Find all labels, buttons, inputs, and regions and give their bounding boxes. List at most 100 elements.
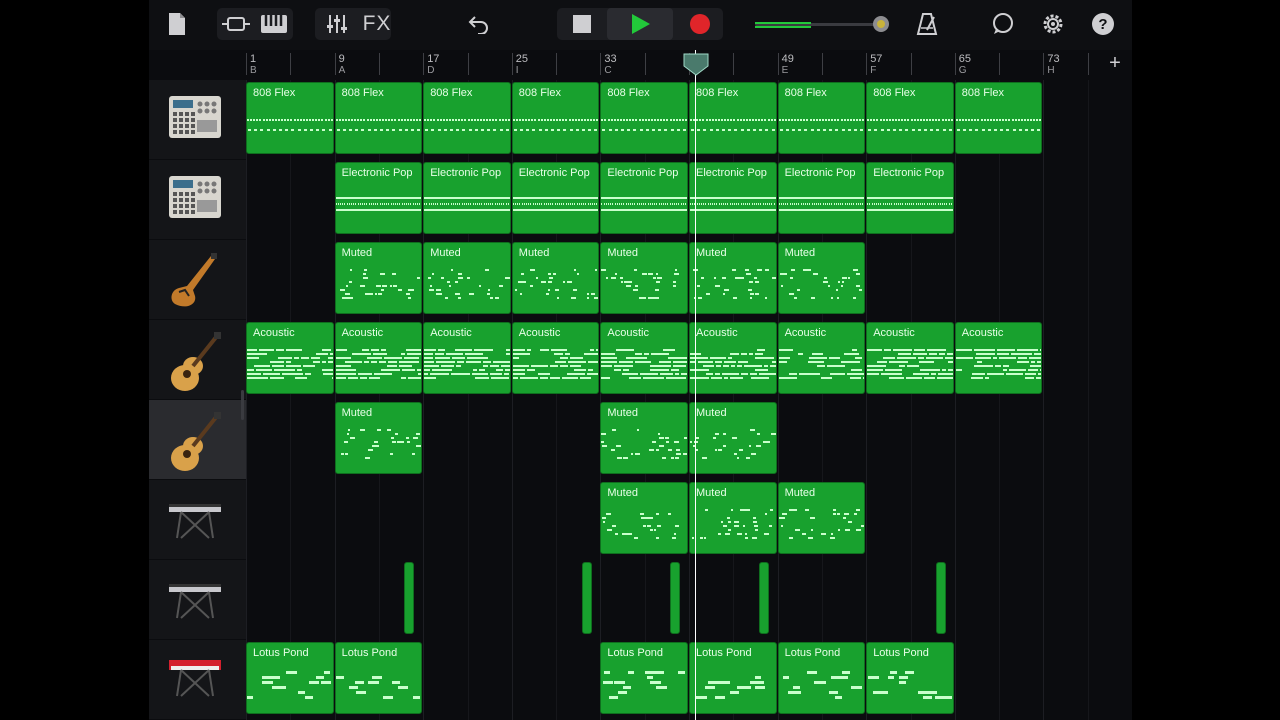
region[interactable]: Lotus Pond [866, 642, 954, 714]
mixer-icon[interactable] [323, 8, 351, 40]
short-region[interactable] [935, 562, 946, 634]
browser-icon[interactable] [165, 8, 189, 40]
region[interactable]: Muted [334, 402, 423, 474]
track-header[interactable] [149, 640, 246, 720]
record-icon[interactable] [683, 8, 717, 40]
region[interactable]: Acoustic [777, 322, 866, 394]
region[interactable]: 808 Flex [866, 82, 954, 154]
region[interactable]: Acoustic [689, 322, 777, 394]
region[interactable]: Electronic Pop [511, 162, 600, 234]
loop-view-icon[interactable] [219, 8, 253, 40]
track-header[interactable] [149, 240, 246, 320]
region[interactable]: Electronic Pop [689, 162, 777, 234]
region[interactable]: Lotus Pond [600, 642, 688, 714]
region[interactable]: 808 Flex [777, 82, 866, 154]
region[interactable]: Muted [689, 402, 777, 474]
region-name: Lotus Pond [253, 647, 309, 659]
region[interactable]: Acoustic [246, 322, 334, 394]
section-letter: H [1047, 65, 1055, 76]
region-name: 808 Flex [696, 87, 739, 99]
region[interactable]: Electronic Pop [423, 162, 511, 234]
bar-number: 33 [604, 53, 617, 65]
region[interactable]: Muted [777, 482, 866, 554]
bar-number: 9 [338, 53, 345, 65]
midi-notes [778, 107, 865, 149]
region[interactable]: 808 Flex [689, 82, 777, 154]
piano-keys-icon[interactable] [257, 8, 291, 40]
region-name: 808 Flex [518, 87, 561, 99]
region[interactable]: Acoustic [423, 322, 511, 394]
short-region[interactable] [581, 562, 592, 634]
play-icon[interactable] [607, 8, 673, 40]
region[interactable]: Acoustic [866, 322, 954, 394]
track-header[interactable] [149, 560, 246, 640]
region[interactable]: 808 Flex [511, 82, 600, 154]
bar-number: 57 [870, 53, 883, 65]
region[interactable]: Muted [334, 242, 423, 314]
track-header[interactable] [149, 80, 246, 160]
bar-number: 25 [515, 53, 529, 65]
region-name: Muted [607, 247, 638, 259]
short-region[interactable] [404, 562, 415, 634]
stop-icon[interactable] [567, 8, 597, 40]
region[interactable]: Electronic Pop [334, 162, 423, 234]
midi-notes [601, 507, 687, 549]
midi-notes [601, 667, 687, 709]
region[interactable]: Electronic Pop [866, 162, 954, 234]
region[interactable]: Muted [777, 242, 866, 314]
midi-notes [601, 347, 687, 389]
region-name: Muted [784, 247, 816, 259]
region[interactable]: 808 Flex [246, 82, 334, 154]
region[interactable]: Muted [600, 402, 688, 474]
short-region[interactable] [670, 562, 681, 634]
region[interactable]: Muted [600, 482, 688, 554]
undo-icon[interactable] [467, 8, 491, 40]
region[interactable]: Muted [600, 242, 688, 314]
region[interactable]: Electronic Pop [777, 162, 866, 234]
track-header-resize-handle[interactable] [241, 390, 244, 420]
midi-notes [336, 427, 422, 469]
midi-notes [867, 347, 953, 389]
region[interactable]: Electronic Pop [600, 162, 688, 234]
section-letter: C [604, 65, 612, 76]
region[interactable]: 808 Flex [334, 82, 423, 154]
help-icon[interactable]: ? [1089, 8, 1117, 40]
fx-button[interactable]: FX [361, 8, 393, 40]
playhead-handle[interactable] [682, 52, 710, 76]
midi-notes [335, 187, 422, 229]
region[interactable]: Lotus Pond [334, 642, 423, 714]
region[interactable]: Muted [689, 482, 777, 554]
add-track-button[interactable]: + [1104, 52, 1126, 74]
region[interactable]: Lotus Pond [777, 642, 866, 714]
region-name: 808 Flex [607, 87, 650, 99]
region[interactable]: Acoustic [334, 322, 423, 394]
region[interactable]: Lotus Pond [689, 642, 777, 714]
region[interactable]: Muted [689, 242, 777, 314]
region[interactable]: 808 Flex [954, 82, 1043, 154]
track-header[interactable] [149, 480, 246, 560]
region[interactable]: 808 Flex [423, 82, 511, 154]
region[interactable]: Muted [511, 242, 600, 314]
region[interactable]: Muted [423, 242, 511, 314]
midi-notes [512, 187, 599, 229]
grid-line [999, 80, 1001, 720]
track-header[interactable] [149, 160, 246, 240]
settings-icon[interactable] [1039, 8, 1067, 40]
region[interactable]: Lotus Pond [246, 642, 334, 714]
region[interactable]: Acoustic [511, 322, 600, 394]
track-header[interactable] [149, 320, 246, 400]
chat-icon[interactable] [989, 8, 1017, 40]
region[interactable]: 808 Flex [600, 82, 688, 154]
region-name: Muted [430, 247, 461, 259]
midi-notes [690, 507, 776, 549]
master-volume-slider[interactable] [753, 8, 893, 40]
region-name: Lotus Pond [784, 647, 841, 659]
track-header[interactable] [149, 400, 246, 480]
region[interactable]: Acoustic [600, 322, 688, 394]
region-name: 808 Flex [430, 87, 473, 99]
metronome-icon[interactable] [913, 8, 941, 40]
region[interactable]: Acoustic [954, 322, 1043, 394]
short-region[interactable] [758, 562, 769, 634]
track-lanes[interactable]: 808 Flex 808 Flex 808 Flex 808 Flex 808 Flex… [246, 80, 1132, 720]
section-letter: A [338, 65, 346, 76]
